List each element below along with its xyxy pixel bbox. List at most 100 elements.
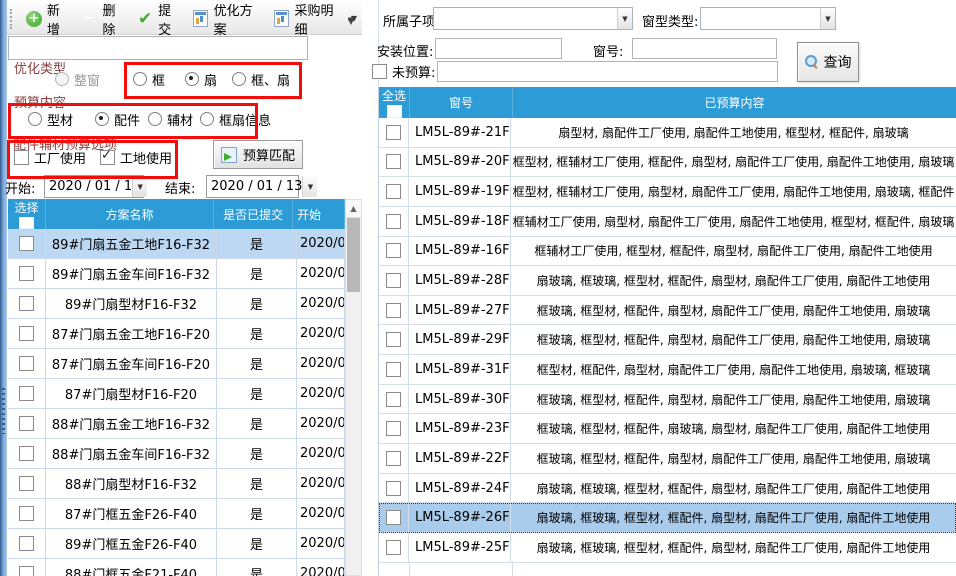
row-select-cell[interactable] [379,474,409,503]
row-select-cell[interactable] [8,529,46,558]
row-checkbox[interactable] [386,243,401,258]
chevron-down-icon[interactable]: ▼ [132,176,147,197]
radio-frame-sash-info[interactable]: 框扇信息 [200,111,271,127]
radio-profile[interactable]: 型材 [28,111,73,127]
row-checkbox[interactable] [386,303,401,318]
window-type-dropdown[interactable]: ▼ [700,7,836,30]
row-select-cell[interactable] [8,289,46,318]
select-all-column-header[interactable]: 全选 [379,87,410,118]
row-select-cell[interactable] [379,237,409,266]
factory-use-checkbox[interactable]: 工厂使用 [14,149,86,165]
row-checkbox[interactable] [19,476,34,491]
table-row[interactable]: 89#门框五金F26-F40是2020/0 [8,529,345,559]
row-select-cell[interactable] [8,319,46,348]
row-select-cell[interactable] [379,148,409,177]
scroll-up-icon[interactable]: ▲ [346,200,361,218]
row-checkbox[interactable] [19,506,34,521]
row-select-cell[interactable] [8,499,46,528]
table-row[interactable]: 89#门扇五金车间F16-F32是2020/0 [8,259,345,289]
table-row[interactable]: LM5L-89#-18F16框辅材工厂使用, 扇型材, 扇配件工厂使用, 扇配件… [379,207,956,237]
budget-match-button[interactable]: 预算匹配 [213,140,303,169]
chevron-down-icon[interactable]: ▼ [617,8,632,29]
radio-frame-sash[interactable]: 框、扇 [232,71,290,87]
plan-table-scrollbar[interactable]: ▲ [345,199,362,576]
window-no-input[interactable] [632,38,777,59]
row-select-cell[interactable] [8,409,46,438]
no-budget-input[interactable] [437,61,778,82]
table-row[interactable]: LM5L-89#-21F19扇型材, 扇配件工厂使用, 扇配件工地使用, 框型材… [379,118,956,148]
row-select-cell[interactable] [8,259,46,288]
row-select-cell[interactable] [8,229,46,258]
table-row[interactable]: 87#门扇五金车间F16-F20是2020/0 [8,349,345,379]
table-row[interactable]: LM5L-89#-28F26扇玻璃, 框玻璃, 框型材, 框配件, 扇型材, 扇… [379,266,956,296]
row-checkbox[interactable] [386,273,401,288]
row-select-cell[interactable] [379,444,409,473]
table-row[interactable]: 87#门扇型材F16-F20是2020/0 [8,379,345,409]
radio-sash[interactable]: 扇 [185,71,217,87]
table-row[interactable]: LM5L-89#-29F27框玻璃, 框型材, 框配件, 扇型材, 扇配件工厂使… [379,325,956,355]
row-checkbox[interactable] [386,125,401,140]
table-row[interactable]: LM5L-89#-22F20框玻璃, 框型材, 框配件, 扇型材, 扇配件工厂使… [379,444,956,474]
row-select-cell[interactable] [379,325,409,354]
row-checkbox[interactable] [386,184,401,199]
table-row[interactable]: 89#门扇型材F16-F32是2020/0 [8,289,345,319]
end-date-picker[interactable]: 2020 / 01 / 13 ▼ [206,175,299,198]
row-select-cell[interactable] [8,469,46,498]
row-checkbox[interactable] [386,540,401,555]
row-checkbox[interactable] [386,214,401,229]
table-row[interactable]: 88#门扇型材F16-F32是2020/0 [8,469,345,499]
row-checkbox[interactable] [386,362,401,377]
table-row[interactable]: LM5L-89#-30F28框玻璃, 框型材, 框配件, 扇型材, 扇配件工厂使… [379,385,956,415]
radio-whole-window[interactable]: 整窗 [55,71,100,87]
toolbar-overflow-button[interactable]: ▬▼ [344,11,358,29]
table-row[interactable]: 87#门框五金F26-F40是2020/0 [8,499,345,529]
row-select-cell[interactable] [379,177,409,206]
query-button[interactable]: 查询 [797,42,859,82]
row-checkbox[interactable] [19,356,34,371]
table-row[interactable]: LM5L-89#-25F23扇玻璃, 框玻璃, 框型材, 框配件, 扇型材, 扇… [379,533,956,563]
toolbar-grip[interactable] [10,9,15,29]
row-checkbox[interactable] [386,392,401,407]
table-row[interactable]: LM5L-89#-24F22扇玻璃, 框玻璃, 框型材, 框配件, 扇型材, 扇… [379,474,956,504]
table-row[interactable]: LM5L-89#-26F24扇玻璃, 框玻璃, 框型材, 框配件, 扇型材, 扇… [379,503,956,533]
table-row[interactable]: LM5L-89#-16F15框辅材工厂使用, 框型材, 框配件, 扇型材, 扇配… [379,237,956,267]
new-button[interactable]: + 新增 [21,0,77,41]
table-row[interactable]: LM5L-89#-20F18框型材, 框辅材工厂使用, 框配件, 扇型材, 扇配… [379,148,956,178]
select-column-header[interactable]: 选择 [8,199,46,229]
row-checkbox[interactable] [19,296,34,311]
chevron-down-icon[interactable]: ▼ [302,176,317,197]
row-checkbox[interactable] [386,451,401,466]
budgeted-content-column-header[interactable]: 已预算内容 [513,87,956,118]
row-checkbox[interactable] [19,266,34,281]
chevron-down-icon[interactable]: ▼ [820,8,835,29]
row-select-cell[interactable] [379,207,409,236]
splitter-handle[interactable] [2,388,5,434]
window-no-column-header[interactable]: 窗号 [410,87,513,118]
table-row[interactable]: 88#门扇五金工地F16-F32是2020/0 [8,409,345,439]
row-checkbox[interactable] [19,326,34,341]
table-row[interactable]: 87#门扇五金工地F16-F20是2020/0 [8,319,345,349]
row-checkbox[interactable] [19,446,34,461]
row-select-cell[interactable] [379,266,409,295]
optimize-plan-button[interactable]: 优化方案 [188,0,269,41]
table-row[interactable]: LM5L-89#-23F21框玻璃, 框型材, 框配件, 扇玻璃, 扇型材, 扇… [379,414,956,444]
row-checkbox[interactable] [19,386,34,401]
row-checkbox[interactable] [386,421,401,436]
table-row[interactable]: LM5L-89#-27F25框玻璃, 框型材, 框配件, 扇型材, 扇配件工厂使… [379,296,956,326]
install-pos-input[interactable] [435,38,562,59]
row-checkbox[interactable] [386,332,401,347]
start-date-picker[interactable]: 2020 / 01 / 1 ▼ [44,175,144,198]
row-select-cell[interactable] [379,503,409,532]
table-row[interactable]: 89#门扇五金工地F16-F32是2020/0 [8,229,345,259]
row-select-cell[interactable] [8,439,46,468]
row-checkbox[interactable] [386,481,401,496]
row-checkbox[interactable] [19,536,34,551]
start-column-header[interactable]: 开始 [293,199,345,229]
radio-frame[interactable]: 框 [133,71,165,87]
row-checkbox[interactable] [386,510,401,525]
delete-button[interactable]: − 删除 [76,0,132,41]
row-select-cell[interactable] [379,533,409,562]
radio-accessory[interactable]: 配件 [95,111,140,127]
scrollbar-thumb[interactable] [347,218,360,292]
search-input[interactable] [8,36,308,60]
